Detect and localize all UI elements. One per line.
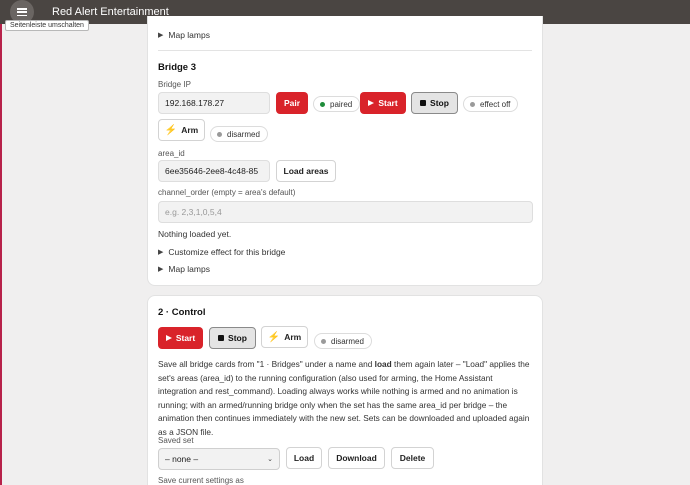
bridge-ip-input[interactable]: 192.168.178.27: [158, 92, 270, 114]
hamburger-menu-icon: [17, 8, 27, 16]
sidebar-toggle-tooltip: Seitenleiste umschalten: [5, 20, 89, 31]
arm-button[interactable]: ⚡ Arm: [158, 119, 205, 141]
stop-button[interactable]: Stop: [411, 92, 458, 114]
customize-effect-toggle[interactable]: ▶ Customize effect for this bridge: [158, 247, 285, 257]
channel-order-input[interactable]: e.g. 2,3,1,0,5,4: [158, 201, 533, 223]
arm-status-badge: disarmed: [210, 126, 268, 142]
map-lamps-toggle-bottom[interactable]: ▶ Map lamps: [158, 264, 210, 274]
paired-status-text: paired: [330, 99, 353, 109]
saved-set-value: – none –: [165, 454, 199, 464]
play-icon: [165, 335, 172, 341]
bridge-title: Bridge 3: [158, 62, 197, 73]
status-dot-icon: [470, 101, 475, 107]
load-set-button[interactable]: Load: [286, 447, 322, 469]
arm-label: Arm: [181, 125, 199, 135]
control-description: Save all bridge cards from "1 · Bridges"…: [158, 358, 533, 439]
map-lamps-label: Map lamps: [168, 264, 210, 274]
area-id-label: area_id: [158, 149, 185, 158]
arm-all-button[interactable]: ⚡ Arm: [261, 326, 308, 348]
description-text: Save all bridge cards from "1 · Bridges"…: [158, 359, 375, 369]
arm-label: Arm: [284, 332, 302, 342]
area-id-input[interactable]: 6ee35646-2ee8-4c48-85: [158, 160, 270, 182]
arm-status-badge: disarmed: [314, 333, 372, 349]
control-title: 2 · Control: [158, 307, 206, 318]
start-label: Start: [175, 333, 196, 343]
saved-set-select[interactable]: – none – ⌄: [158, 448, 280, 470]
load-areas-button[interactable]: Load areas: [276, 160, 336, 182]
paired-status-badge: paired: [313, 96, 361, 112]
bridge-ip-label: Bridge IP: [158, 80, 191, 89]
chevron-down-icon: ⌄: [267, 456, 273, 463]
arm-status-text: disarmed: [227, 129, 260, 139]
control-card: 2 · Control Start Stop ⚡ Arm disarmed Sa…: [147, 295, 543, 485]
stop-icon: [420, 100, 427, 106]
start-label: Start: [378, 98, 398, 108]
stop-all-button[interactable]: Stop: [209, 327, 256, 349]
nothing-loaded-text: Nothing loaded yet.: [158, 229, 232, 239]
map-lamps-label: Map lamps: [168, 30, 210, 40]
save-current-label: Save current settings as: [158, 476, 244, 485]
expand-triangle-icon: ▶: [158, 249, 164, 256]
bridges-card: ▶ Map lamps Bridge 3 Bridge IP 192.168.1…: [147, 16, 543, 286]
description-bold-text: load: [374, 359, 392, 369]
play-icon: [368, 100, 375, 106]
saved-set-label: Saved set: [158, 436, 194, 445]
status-dot-icon: [217, 131, 222, 137]
download-set-button[interactable]: Download: [328, 447, 385, 469]
map-lamps-toggle-top[interactable]: ▶ Map lamps: [158, 30, 210, 40]
channel-order-label: channel_order (empty = area's default): [158, 188, 296, 197]
start-all-button[interactable]: Start: [158, 327, 203, 349]
lightning-bolt-icon: ⚡: [164, 124, 178, 136]
stop-label: Stop: [430, 98, 449, 108]
start-button[interactable]: Start: [360, 92, 406, 114]
status-dot-icon: [320, 101, 325, 107]
lightning-bolt-icon: ⚡: [267, 331, 281, 343]
divider: [158, 50, 532, 51]
arm-status-text: disarmed: [331, 336, 364, 346]
expand-triangle-icon: ▶: [158, 266, 164, 273]
stop-label: Stop: [228, 333, 247, 343]
customize-effect-label: Customize effect for this bridge: [168, 247, 286, 257]
status-dot-icon: [321, 338, 326, 344]
delete-set-button[interactable]: Delete: [391, 447, 434, 469]
sidebar-edge: [0, 24, 2, 485]
pair-button[interactable]: Pair: [276, 92, 308, 114]
description-text: them again later – "Load" applies the se…: [158, 359, 530, 437]
expand-triangle-icon: ▶: [158, 32, 164, 39]
stop-icon: [218, 335, 225, 341]
effect-status-badge: effect off: [463, 96, 519, 112]
effect-status-text: effect off: [480, 99, 511, 109]
